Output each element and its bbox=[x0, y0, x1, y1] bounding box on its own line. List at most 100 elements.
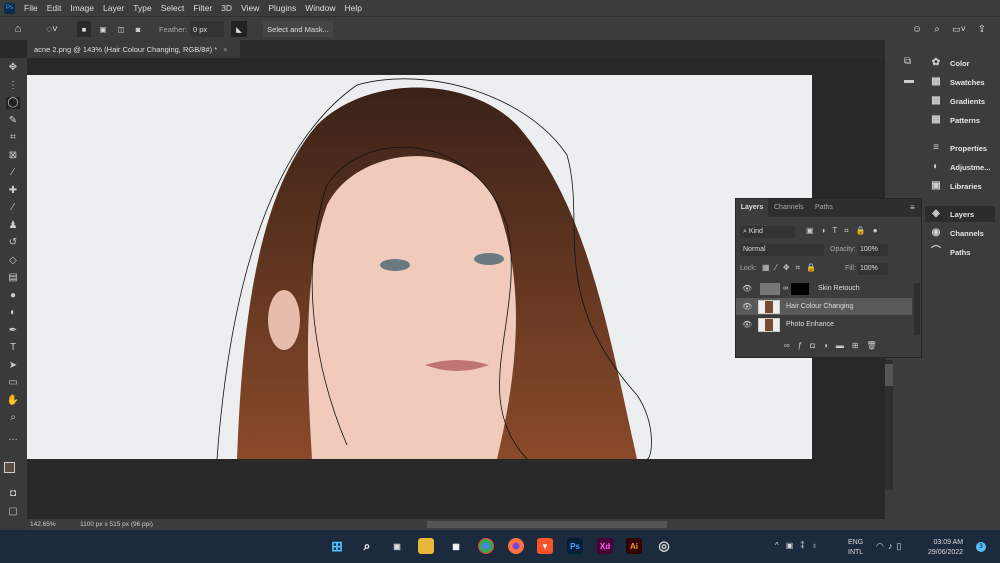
layer-actions-bar[interactable]: ∞ƒ◘◑▬⊞🗑 bbox=[784, 341, 885, 350]
move-tool-icon[interactable]: ✥ bbox=[6, 62, 20, 74]
menu-image[interactable]: Image bbox=[70, 3, 94, 13]
photoshop-taskbar-icon[interactable]: Ps bbox=[567, 538, 583, 554]
task-view-icon[interactable]: ▣ bbox=[389, 538, 405, 554]
eyedropper-icon[interactable]: ⁄ bbox=[6, 167, 20, 179]
antialias-icon[interactable]: ◣ bbox=[231, 21, 247, 37]
home-icon[interactable]: ⌂ bbox=[10, 21, 26, 37]
marquee-tool-icon[interactable]: ⋮ bbox=[6, 80, 20, 92]
feather-input[interactable]: 0 px bbox=[190, 21, 224, 37]
notification-badge[interactable]: 3 bbox=[976, 542, 986, 552]
layer-row-selected[interactable]: 👁 Hair Colour Changing bbox=[736, 298, 912, 315]
language-indicator[interactable]: ENG INTL bbox=[848, 538, 863, 558]
panel-color[interactable]: ✿ Color bbox=[930, 58, 970, 68]
menu-view[interactable]: View bbox=[241, 3, 259, 13]
tab-channels[interactable]: Channels bbox=[774, 204, 804, 211]
menu-file[interactable]: File bbox=[24, 3, 38, 13]
windows-start-icon[interactable]: ⊞ bbox=[329, 538, 345, 554]
lasso-tool-icon[interactable]: ◯ bbox=[6, 97, 20, 109]
rectangle-tool-icon[interactable]: ▭ bbox=[6, 377, 20, 389]
visibility-eye-icon[interactable]: 👁 bbox=[742, 302, 752, 311]
visibility-eye-icon[interactable]: 👁 bbox=[742, 284, 752, 293]
horizontal-scrollbar[interactable] bbox=[427, 521, 667, 528]
layer-row[interactable]: 👁 Photo Enhance bbox=[736, 316, 912, 333]
document-canvas[interactable] bbox=[27, 75, 812, 459]
brush-tool-icon[interactable]: ⁄ bbox=[6, 202, 20, 214]
menu-window[interactable]: Window bbox=[305, 3, 335, 13]
panel-adjustments[interactable]: ◐ Adjustme... bbox=[930, 162, 990, 172]
system-tray-icons[interactable]: ^▣⁑♁ bbox=[775, 541, 824, 550]
select-and-mask-button[interactable]: Select and Mask... bbox=[263, 21, 333, 37]
new-selection-icon[interactable]: ■ bbox=[77, 21, 91, 37]
menu-filter[interactable]: Filter bbox=[193, 3, 212, 13]
type-tool-icon[interactable]: T bbox=[6, 342, 20, 354]
history-icon[interactable]: ⧉ bbox=[904, 56, 911, 67]
panel-menu-icon[interactable]: ≡ bbox=[910, 203, 915, 212]
panel-properties[interactable]: ≡ Properties bbox=[930, 143, 987, 153]
menu-plugins[interactable]: Plugins bbox=[268, 3, 296, 13]
tab-paths[interactable]: Paths bbox=[815, 204, 833, 211]
share-arrow-icon[interactable]: ⇪ bbox=[975, 21, 989, 37]
crop-tool-icon[interactable]: ⌗ bbox=[6, 132, 20, 144]
wifi-volume-battery-icons[interactable]: ◠♪▯ bbox=[876, 541, 905, 552]
close-tab-icon[interactable]: × bbox=[223, 45, 227, 54]
pen-tool-icon[interactable]: ✒ bbox=[6, 325, 20, 337]
visibility-eye-icon[interactable]: 👁 bbox=[742, 320, 752, 329]
brave-icon[interactable]: ▼ bbox=[537, 538, 553, 554]
chrome-icon[interactable] bbox=[478, 538, 494, 554]
filter-kind-select[interactable]: ⌕ Kind bbox=[740, 226, 795, 238]
fill-input[interactable]: 100% bbox=[858, 263, 888, 275]
healing-brush-icon[interactable]: ✚ bbox=[6, 185, 20, 197]
filter-icons[interactable]: ▣◑T⌗🔒● bbox=[806, 226, 885, 236]
panel-paths[interactable]: ⌒ Paths bbox=[930, 247, 970, 257]
quick-mask-icon[interactable]: ◘ bbox=[6, 488, 20, 500]
menu-type[interactable]: Type bbox=[133, 3, 151, 13]
eraser-icon[interactable]: ◇ bbox=[6, 255, 20, 267]
menu-edit[interactable]: Edit bbox=[47, 3, 62, 13]
blur-tool-icon[interactable]: ● bbox=[6, 290, 20, 302]
clock[interactable]: 03:09 AM 29/06/2022 bbox=[928, 538, 963, 558]
more-tools-icon[interactable]: … bbox=[6, 432, 20, 444]
quick-select-icon[interactable]: ✎ bbox=[6, 115, 20, 127]
panel-channels[interactable]: ◉ Channels bbox=[930, 228, 984, 238]
xd-taskbar-icon[interactable]: Xd bbox=[597, 538, 613, 554]
tab-layers[interactable]: Layers bbox=[736, 199, 768, 217]
add-selection-icon[interactable]: ▣ bbox=[96, 21, 110, 37]
clone-stamp-icon[interactable]: ♟ bbox=[6, 220, 20, 232]
zoom-level[interactable]: 142.65% bbox=[30, 521, 56, 528]
panel-gradients[interactable]: ▩ Gradients bbox=[930, 96, 985, 106]
workspace-icon[interactable]: ▭˅ bbox=[950, 21, 968, 37]
gradient-tool-icon[interactable]: ▤ bbox=[6, 272, 20, 284]
menu-help[interactable]: Help bbox=[344, 3, 361, 13]
lasso-tool-preset-icon[interactable]: ◌˅ bbox=[40, 21, 64, 37]
frame-tool-icon[interactable]: ⊠ bbox=[6, 150, 20, 162]
dodge-tool-icon[interactable]: ◐ bbox=[6, 307, 20, 319]
lock-icons[interactable]: ▦⁄✥⌗🔒 bbox=[762, 263, 822, 273]
blend-mode-select[interactable]: Normal bbox=[740, 244, 824, 256]
menu-layer[interactable]: Layer bbox=[103, 3, 124, 13]
layers-scrollbar[interactable] bbox=[914, 283, 920, 335]
store-icon[interactable]: ▦ bbox=[448, 538, 464, 554]
subtract-selection-icon[interactable]: ◫ bbox=[114, 21, 128, 37]
opacity-input[interactable]: 100% bbox=[858, 244, 888, 256]
foreground-color-swatch[interactable] bbox=[4, 462, 15, 473]
history-brush-icon[interactable]: ↺ bbox=[6, 237, 20, 249]
screen-mode-icon[interactable]: ▢ bbox=[6, 506, 20, 518]
document-tab[interactable]: acne 2.png @ 143% (Hair Colour Changing,… bbox=[27, 40, 240, 58]
share-icon[interactable]: ☺ bbox=[910, 21, 924, 37]
panel-libraries[interactable]: ▣ Libraries bbox=[930, 181, 981, 191]
menu-select[interactable]: Select bbox=[161, 3, 185, 13]
vertical-scrollbar[interactable] bbox=[885, 360, 893, 490]
menu-3d[interactable]: 3D bbox=[221, 3, 232, 13]
layer-row[interactable]: 👁 ∞ Skin Retouch bbox=[736, 280, 912, 297]
hand-tool-icon[interactable]: ✋ bbox=[6, 395, 20, 407]
comments-icon[interactable]: ▬ bbox=[904, 75, 914, 86]
zoom-tool-icon[interactable]: ⌕ bbox=[6, 412, 20, 424]
intersect-selection-icon[interactable]: ◙ bbox=[131, 21, 145, 37]
file-explorer-icon[interactable] bbox=[418, 538, 434, 554]
path-select-icon[interactable]: ➤ bbox=[6, 360, 20, 372]
firefox-icon[interactable] bbox=[508, 538, 524, 554]
search-icon[interactable]: ⌕ bbox=[359, 538, 375, 554]
search-icon[interactable]: ⌕ bbox=[930, 21, 944, 37]
panel-layers[interactable]: ◈ Layers bbox=[925, 206, 995, 222]
obs-icon[interactable]: ◎ bbox=[656, 538, 672, 554]
